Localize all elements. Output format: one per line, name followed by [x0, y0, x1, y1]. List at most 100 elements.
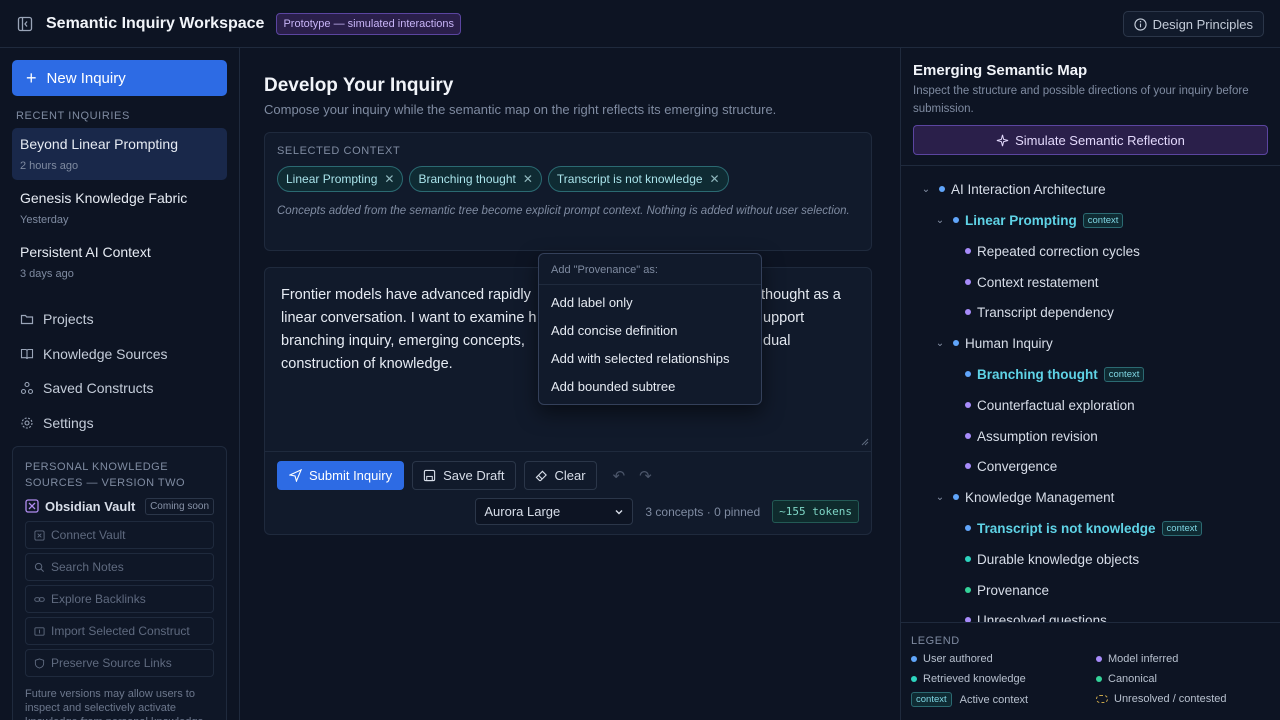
recent-inquiry-item[interactable]: Beyond Linear Prompting 2 hours ago: [12, 128, 227, 180]
submit-inquiry-label: Submit Inquiry: [309, 468, 393, 483]
vault-icon: [25, 499, 39, 513]
popup-item-bounded-subtree[interactable]: Add bounded subtree: [539, 372, 761, 400]
editor-line: Frontier models have advanced rapidly: [281, 287, 531, 303]
legend-context-tag: context: [911, 692, 952, 707]
new-inquiry-label: New Inquiry: [46, 69, 126, 87]
save-draft-button[interactable]: Save Draft: [412, 461, 516, 490]
tree-node[interactable]: Counterfactual exploration: [965, 394, 1135, 416]
chevron-down-icon[interactable]: ⌄: [919, 184, 933, 195]
tree-node[interactable]: Transcript is not knowledge context: [965, 517, 1203, 539]
legend-label: Model inferred: [1108, 653, 1179, 665]
legend-item: User authored: [911, 653, 993, 665]
sidebar-item-label: Saved Constructs: [43, 380, 154, 397]
legend-dot: [911, 676, 917, 682]
tree-node[interactable]: ⌄ Linear Prompting context: [933, 209, 1124, 231]
sidebar-toggle-icon[interactable]: [16, 15, 34, 33]
context-chip[interactable]: Transcript is not knowledge ✕: [547, 166, 729, 192]
add-concept-popup: Add "Provenance" as: Add label only Add …: [538, 253, 762, 405]
explore-backlinks-button[interactable]: Explore Backlinks: [25, 585, 214, 613]
recent-inquiry-item[interactable]: Persistent AI Context 3 days ago: [12, 236, 227, 288]
legend-item: Model inferred: [1096, 653, 1178, 665]
tree-node-label: Unresolved questions: [977, 612, 1107, 623]
sidebar-item-knowledge-sources[interactable]: Knowledge Sources: [12, 337, 227, 372]
tree-node[interactable]: Context restatement: [965, 271, 1099, 293]
search-notes-button[interactable]: Search Notes: [25, 553, 214, 581]
legend-label: Canonical: [1108, 673, 1157, 685]
legend-dashed-marker: [1096, 695, 1108, 703]
tree-node[interactable]: Branching thought context: [965, 363, 1145, 385]
connect-vault-button[interactable]: Connect Vault: [25, 521, 214, 549]
node-dot: [965, 371, 971, 377]
context-chips: Linear Prompting ✕ Branching thought ✕ T…: [277, 166, 859, 192]
legend-label: Unresolved / contested: [1114, 693, 1227, 705]
coming-soon-badge: Coming soon: [145, 497, 214, 515]
tree-node[interactable]: Provenance: [965, 579, 1049, 601]
undo-icon[interactable]: ↶: [613, 467, 626, 485]
context-chip-label: Branching thought: [418, 172, 516, 186]
editor-line: construction of knowledge.: [281, 356, 453, 372]
legend-item: Retrieved knowledge: [911, 673, 1026, 685]
remove-chip-icon[interactable]: ✕: [710, 172, 720, 186]
tree-node-label: Counterfactual exploration: [977, 397, 1135, 413]
model-select[interactable]: Aurora Large: [475, 498, 634, 525]
tree-node[interactable]: Durable knowledge objects: [965, 548, 1139, 570]
remove-chip-icon[interactable]: ✕: [384, 172, 394, 186]
new-inquiry-button[interactable]: + New Inquiry: [12, 60, 227, 96]
tree-node[interactable]: Transcript dependency: [965, 301, 1114, 323]
popup-item-selected-relationships[interactable]: Add with selected relationships: [539, 344, 761, 372]
semantic-map-header: Emerging Semantic Map Inspect the struct…: [901, 48, 1280, 166]
semantic-map-title: Emerging Semantic Map: [913, 62, 1088, 79]
popup-item-label-only[interactable]: Add label only: [539, 288, 761, 316]
resize-handle-icon[interactable]: [861, 438, 869, 446]
vault-row: Obsidian Vault Coming soon: [25, 495, 214, 517]
tree-node-label: Convergence: [977, 458, 1058, 474]
tree-node[interactable]: ⌄ Knowledge Management: [933, 486, 1115, 508]
app-title: Semantic Inquiry Workspace: [46, 14, 265, 32]
submit-inquiry-button[interactable]: Submit Inquiry: [277, 461, 405, 490]
node-dot: [953, 217, 959, 223]
recent-inquiries-label: RECENT INQUIRIES: [16, 110, 130, 122]
editor-line: branching inquiry, emerging concepts,: [281, 333, 525, 349]
tree-node[interactable]: Assumption revision: [965, 425, 1098, 447]
prototype-badge: Prototype — simulated interactions: [276, 12, 462, 35]
clear-button[interactable]: Clear: [523, 461, 597, 490]
recent-inquiry-item[interactable]: Genesis Knowledge Fabric Yesterday: [12, 182, 227, 234]
tree-node[interactable]: ⌄ AI Interaction Architecture: [919, 178, 1106, 200]
node-dot: [965, 556, 971, 562]
remove-chip-icon[interactable]: ✕: [523, 172, 533, 186]
preserve-source-links-button[interactable]: Preserve Source Links: [25, 649, 214, 677]
context-chip[interactable]: Linear Prompting ✕: [277, 166, 404, 192]
simulate-reflection-button[interactable]: Simulate Semantic Reflection: [913, 125, 1268, 155]
explore-backlinks-label: Explore Backlinks: [51, 592, 146, 606]
redo-icon[interactable]: ↷: [639, 467, 652, 485]
personal-knowledge-sources-panel: PERSONAL KNOWLEDGE SOURCES — VERSION TWO…: [12, 446, 227, 720]
chevron-down-icon[interactable]: ⌄: [933, 492, 947, 503]
editor-line: dual: [763, 333, 791, 349]
design-principles-button[interactable]: Design Principles: [1122, 11, 1264, 37]
chevron-down-icon[interactable]: ⌄: [933, 215, 947, 226]
tree-node[interactable]: Convergence: [965, 455, 1057, 477]
context-chip[interactable]: Branching thought ✕: [409, 166, 542, 192]
node-dot: [939, 186, 945, 192]
tree-node-label: Transcript is not knowledge: [977, 520, 1156, 536]
link-icon: [34, 596, 45, 602]
close-box-icon: [34, 529, 45, 541]
tree-node[interactable]: ⌄ Human Inquiry: [933, 332, 1053, 354]
import-construct-button[interactable]: Import Selected Construct: [25, 617, 214, 645]
sidebar-item-label: Projects: [43, 311, 94, 328]
sidebar-item-settings[interactable]: Settings: [12, 406, 227, 441]
connect-vault-label: Connect Vault: [51, 528, 126, 542]
tree-node-label: Human Inquiry: [965, 335, 1053, 351]
tree-node[interactable]: Repeated correction cycles: [965, 240, 1140, 262]
selected-context-label: SELECTED CONTEXT: [277, 145, 401, 157]
tree-node[interactable]: Unresolved questions: [965, 609, 1107, 622]
legend-dot: [1096, 656, 1102, 662]
sidebar-item-projects[interactable]: Projects: [12, 302, 227, 337]
recent-inquiry-title: Persistent AI Context: [20, 244, 151, 260]
design-principles-label: Design Principles: [1152, 16, 1253, 32]
sidebar-item-saved-constructs[interactable]: Saved Constructs: [12, 371, 227, 406]
tree-node-label: Linear Prompting: [965, 212, 1077, 228]
chevron-down-icon[interactable]: ⌄: [933, 338, 947, 349]
popup-item-concise-definition[interactable]: Add concise definition: [539, 316, 761, 344]
send-icon: [289, 469, 302, 482]
